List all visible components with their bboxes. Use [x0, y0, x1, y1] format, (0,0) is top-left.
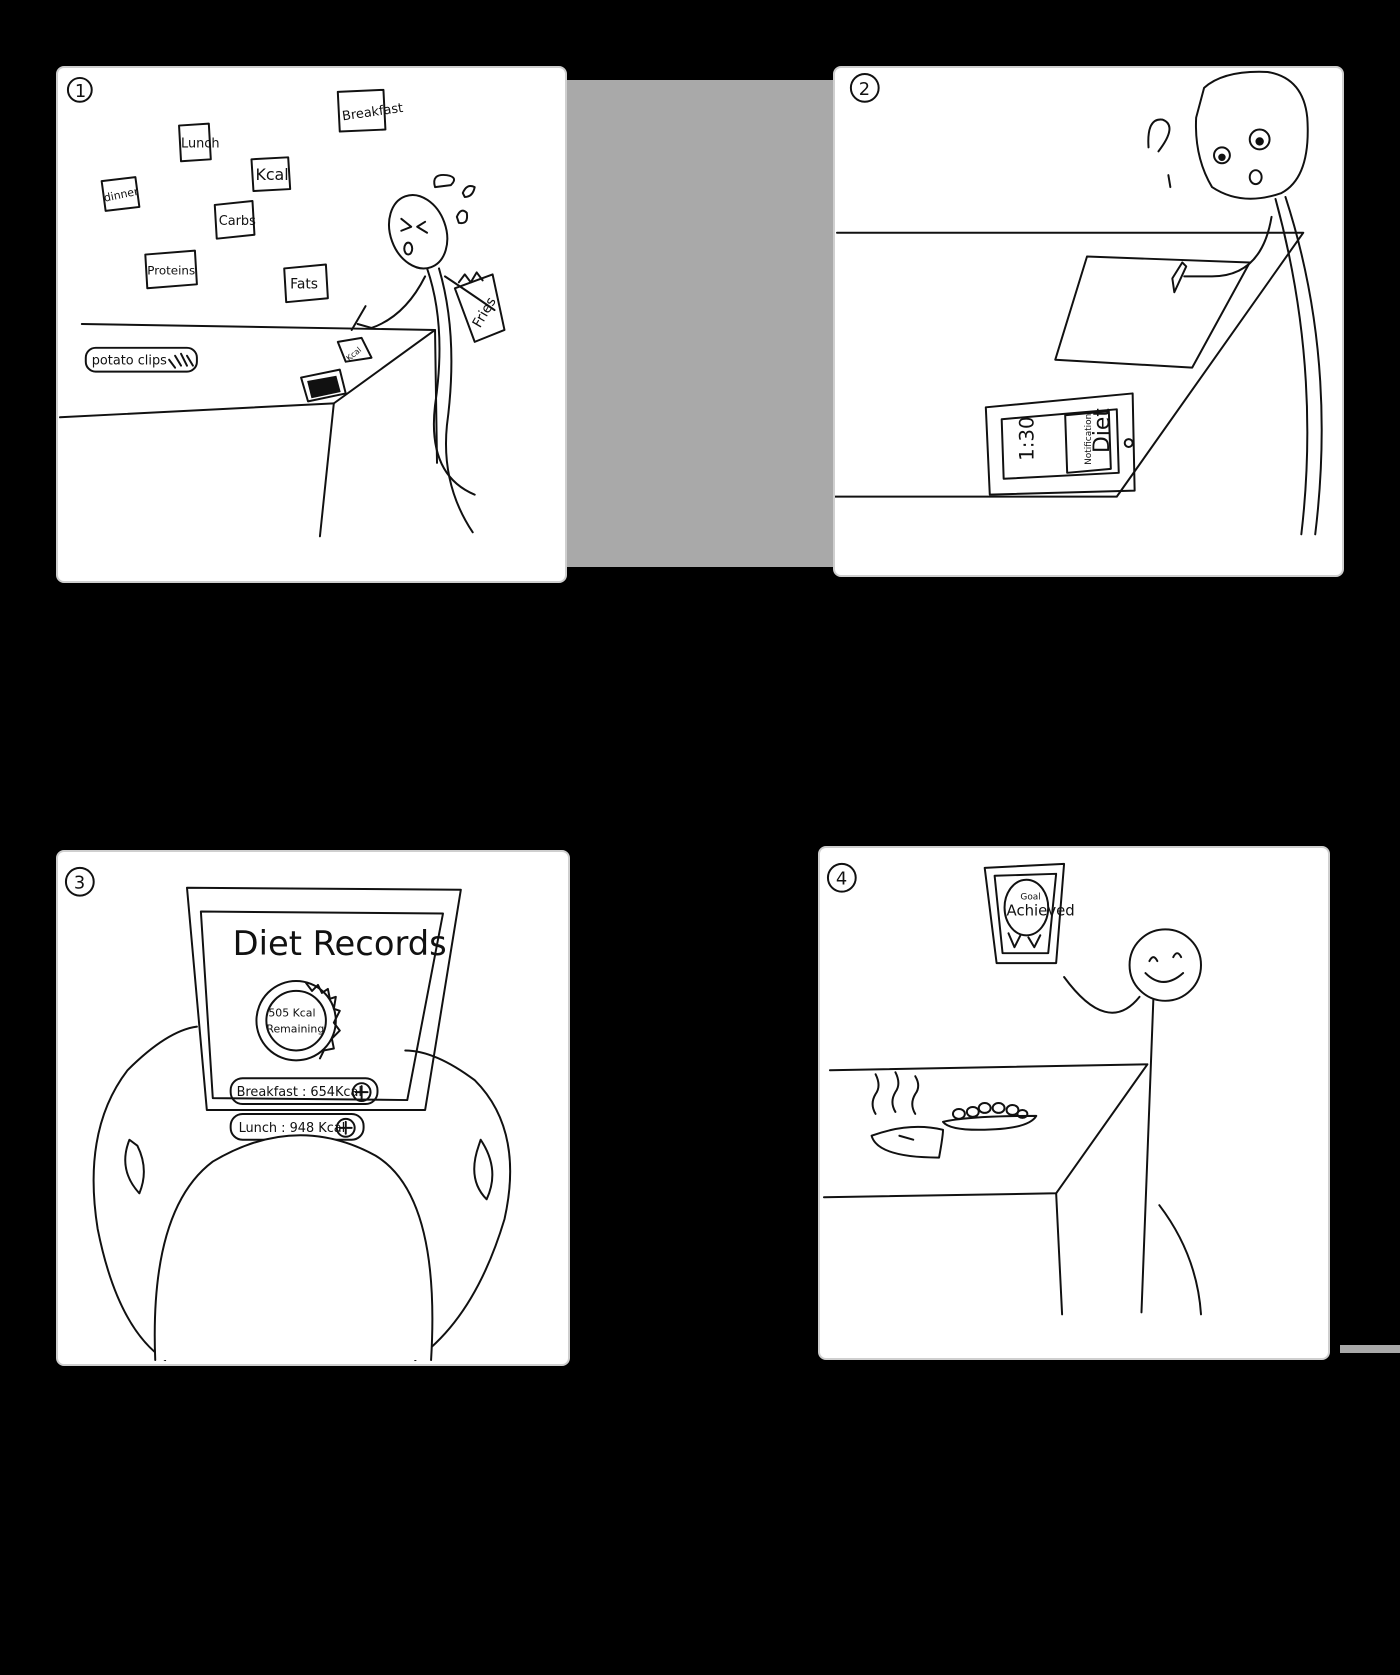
svg-text:potato clips: potato clips [92, 354, 167, 369]
svg-text:505 Kcal: 505 Kcal [268, 1007, 315, 1020]
svg-text:1:30: 1:30 [1015, 416, 1038, 461]
label-proteins: Proteins [144, 249, 198, 290]
svg-text:Achieved: Achieved [1007, 901, 1075, 919]
label-lunch: Lunch [178, 122, 220, 163]
svg-text:Proteins: Proteins [147, 263, 195, 277]
svg-text:dinner: dinner [103, 185, 140, 205]
label-carbs: Carbs [213, 199, 256, 240]
label-fats: Fats [283, 263, 329, 304]
plate-of-food [942, 1102, 1038, 1131]
phone-notification: 1:30 Notification Diet [984, 392, 1136, 496]
label-dinner: dinner [100, 176, 141, 212]
head-back [153, 1134, 434, 1362]
svg-text:Breakfast : 654Kcal: Breakfast : 654Kcal [237, 1085, 362, 1100]
storyboard-panel-1: 1 Breakfast Lunch Kcal dinner Carbs Prot… [56, 66, 567, 583]
phone-goal-achieved[interactable]: Goal Achieved [983, 862, 1075, 965]
storyboard-panel-3: 3 Diet Records 505 Kcal Remaining Breakf… [56, 850, 570, 1366]
svg-text:Remaining: Remaining [266, 1023, 324, 1036]
svg-text:Kcal: Kcal [255, 165, 288, 184]
svg-text:Fats: Fats [290, 276, 318, 292]
tablet: Diet Records 505 Kcal Remaining Breakfas… [185, 886, 462, 1141]
note-paper: Kcal [336, 336, 373, 363]
panel-4-sketch: 4 Goal Achieved [822, 862, 1202, 1316]
gray-backdrop-right-edge [1340, 1345, 1400, 1353]
steaming-bowl [870, 1071, 945, 1159]
gray-backdrop-top [560, 80, 852, 567]
app-title: Diet Records [233, 924, 447, 963]
panel-number: 2 [859, 79, 870, 100]
panel-number: 4 [836, 869, 847, 890]
panel-3-sketch: 3 Diet Records 505 Kcal Remaining Breakf… [64, 866, 512, 1362]
potato-chips-bag: potato clips [84, 346, 198, 373]
svg-text:Breakfast: Breakfast [341, 101, 404, 124]
storyboard-panel-4: 4 Goal Achieved [818, 846, 1330, 1360]
calorie-ring: 505 Kcal Remaining [255, 980, 341, 1062]
panel-number: 3 [74, 873, 85, 894]
panel-1-sketch: 1 Breakfast Lunch Kcal dinner Carbs Prot… [58, 76, 506, 538]
panel-number: 1 [75, 81, 86, 102]
svg-text:Fries: Fries [470, 295, 500, 331]
surprised-person [1147, 70, 1323, 536]
label-breakfast: Breakfast [336, 88, 404, 133]
label-kcal: Kcal [250, 156, 292, 193]
panel-2-sketch: 2 1:30 Notification Diet [835, 70, 1323, 536]
stressed-person: Fries [350, 173, 506, 534]
phone-on-desk [300, 368, 347, 403]
svg-text:Diet: Diet [1090, 408, 1115, 453]
svg-text:Lunch : 948 Kcal: Lunch : 948 Kcal [239, 1121, 346, 1136]
svg-text:Lunch: Lunch [181, 136, 220, 151]
happy-person [1063, 928, 1202, 1316]
table [822, 1063, 1149, 1199]
svg-text:Carbs: Carbs [219, 214, 256, 229]
storyboard-panel-2: 2 1:30 Notification Diet [833, 66, 1344, 577]
